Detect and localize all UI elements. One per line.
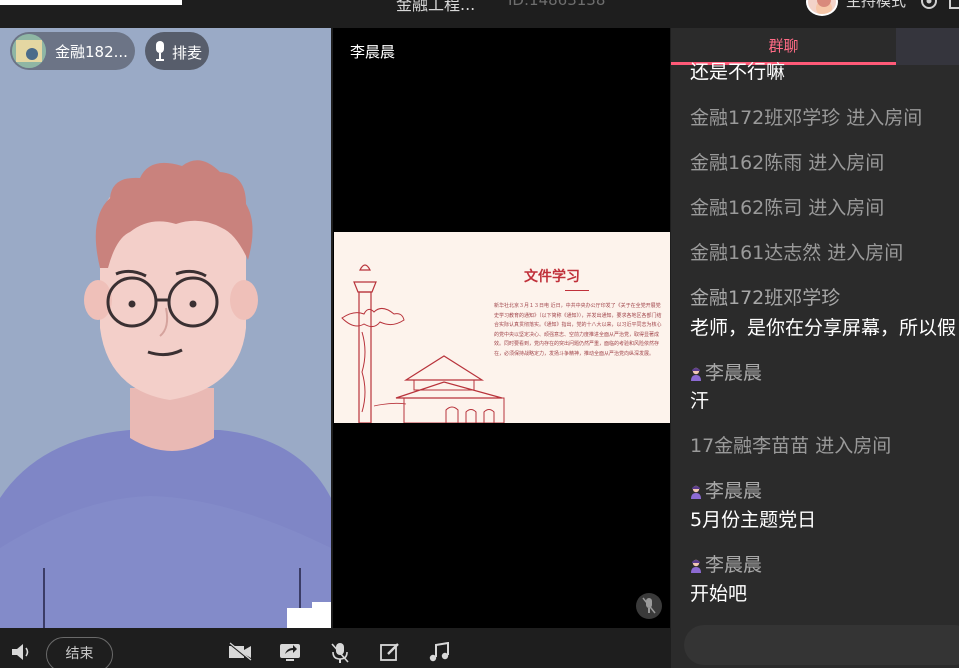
mic-off-icon <box>642 597 656 614</box>
share-screen-icon[interactable] <box>279 642 301 662</box>
chat-line-text: 老师，是你在分享屏幕，所以假 <box>690 317 957 339</box>
system-message: 金融162陈司 进入房间 <box>690 193 884 220</box>
message-sender: 李晨晨 <box>690 550 762 577</box>
chat-message: 还是不行嘛 <box>690 57 785 84</box>
room-id: ID:14863138 <box>508 0 606 9</box>
chat-line-text: 金融162陈雨 进入房间 <box>690 152 885 174</box>
chat-line-text: 开始吧 <box>690 583 748 605</box>
speaker-mic-status <box>636 593 662 619</box>
teacher-icon <box>691 367 701 381</box>
system-message: 17金融李苗苗 进入房间 <box>690 431 891 458</box>
user-name: 金融182... <box>55 43 128 61</box>
chat-message: 5月份主题党日 <box>690 505 816 532</box>
chat-line-text: 金融162陈司 进入房间 <box>690 197 885 219</box>
message-sender: 李晨晨 <box>690 358 762 385</box>
more-icon[interactable] <box>948 0 959 12</box>
chat-line-text: 5月份主题党日 <box>690 509 817 531</box>
control-bar: 结束 <box>0 628 670 668</box>
chat-message-list: 还是不行嘛金融172班邓学珍 进入房间 金融162陈雨 进入房间 金融162陈司 进… <box>671 61 959 625</box>
local-video-tile <box>0 28 331 628</box>
chat-line-text: 金融172班邓学珍 进入房间 <box>690 107 923 129</box>
top-bar: 金融工程... ID:14863138 主持模式 <box>0 0 959 28</box>
chat-line-text: 17金融李苗苗 进入房间 <box>690 435 892 457</box>
mic-off-icon[interactable] <box>330 642 350 664</box>
speaker-name: 李晨晨 <box>350 43 396 61</box>
user-avatar <box>12 34 46 68</box>
slide-divider <box>565 290 589 291</box>
chat-line-text: 李晨晨 <box>705 362 763 384</box>
settings-icon[interactable] <box>918 0 940 12</box>
host-avatar[interactable] <box>806 0 838 16</box>
user-badge[interactable]: 金融182... <box>10 32 135 70</box>
message-sender: 李晨晨 <box>690 476 762 503</box>
host-mode-label: 主持模式 <box>846 0 907 10</box>
shared-slide: 文件学习 新华社北京３月１３日电 近日，中共中央办公厅印发了《关于在全党开展党史… <box>334 232 670 423</box>
system-message: 金融172班邓学珍 进入房间 <box>690 103 922 130</box>
chat-line-text: 李晨晨 <box>705 554 763 576</box>
tab-secondary[interactable] <box>896 28 959 65</box>
chat-line-text: 还是不行嘛 <box>690 61 786 83</box>
chat-line-text: 金融172班邓学珍 <box>690 287 841 309</box>
teacher-icon <box>691 559 701 573</box>
chat-line-text: 李晨晨 <box>705 480 763 502</box>
top-bar-highlight <box>0 0 182 5</box>
message-sender: 金融172班邓学珍 <box>690 283 840 310</box>
chat-message: 老师，是你在分享屏幕，所以假 <box>690 313 956 340</box>
camera-off-icon[interactable] <box>228 642 252 662</box>
chat-line-text: 金融161达志然 进入房间 <box>690 242 904 264</box>
screen-share-tile: 李晨晨 文件学习 新华社北京３月１３日电 近日，中共中央办公厅印发了《关于在全党… <box>333 28 670 628</box>
chat-line-text: 汗 <box>690 390 710 412</box>
edit-icon[interactable] <box>380 642 400 662</box>
end-button[interactable]: 结束 <box>46 637 113 668</box>
speaker-icon[interactable] <box>10 642 32 662</box>
queue-mic-button[interactable]: 排麦 <box>145 32 209 70</box>
slide-title: 文件学习 <box>524 269 580 285</box>
avatar-illustration <box>0 160 331 628</box>
live-classroom-window: 金融工程... ID:14863138 主持模式 金融182... 排麦 李晨晨… <box>0 0 959 668</box>
room-title: 金融工程... <box>396 0 476 14</box>
microphone-icon <box>153 40 167 62</box>
queue-label: 排麦 <box>172 44 203 62</box>
teacher-icon <box>691 485 701 499</box>
chat-panel: 群聊 还是不行嘛 金融172班邓学珍 进入房间 金融162陈雨 进入房间 金融162陈… <box>671 28 959 668</box>
music-icon[interactable] <box>428 642 450 662</box>
system-message: 金融162陈雨 进入房间 <box>690 148 884 175</box>
chat-input[interactable] <box>684 625 959 665</box>
chat-message: 汗 <box>690 386 709 413</box>
slide-body-text: 新华社北京３月１３日电 近日，中共中央办公厅印发了《关于在全党开展党史学习教育的… <box>494 303 662 357</box>
chat-message: 开始吧 <box>690 579 747 606</box>
system-message: 金融161达志然 进入房间 <box>690 238 903 265</box>
